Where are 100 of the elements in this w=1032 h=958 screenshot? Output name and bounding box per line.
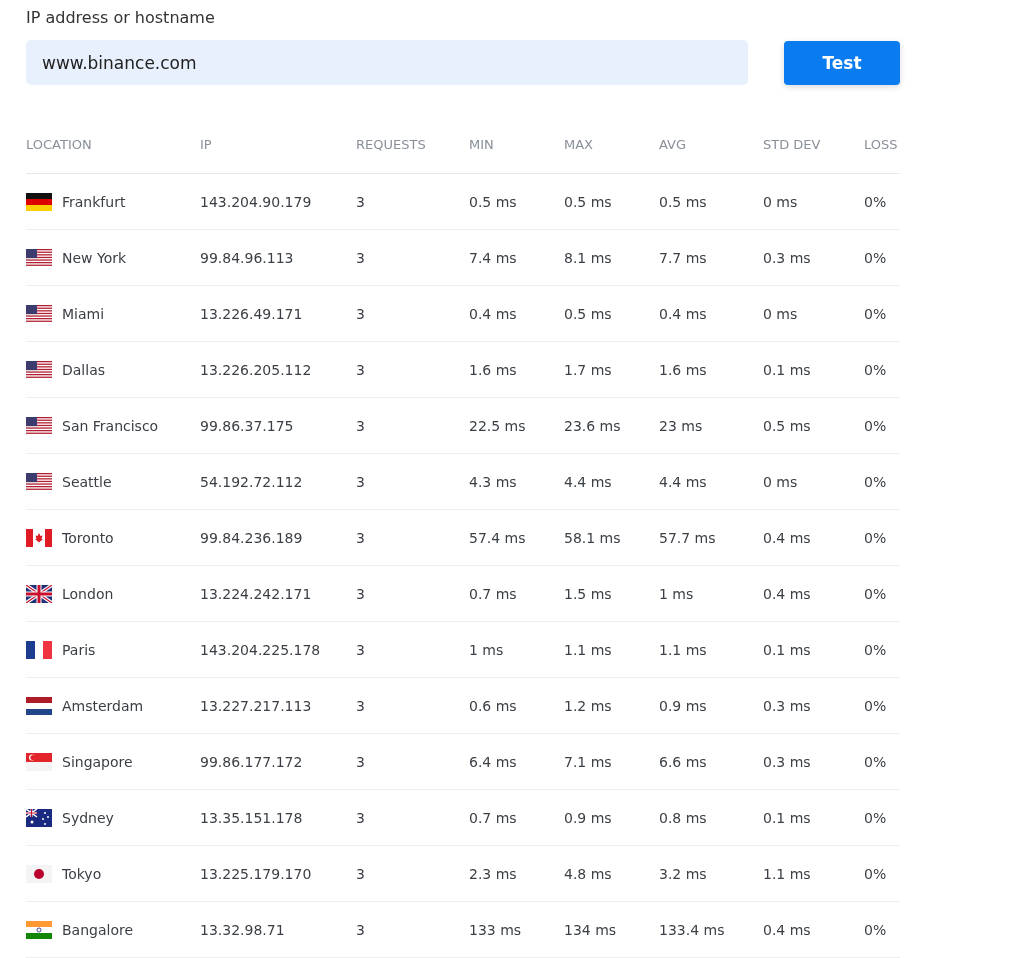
table-cell: 3 [356, 417, 365, 434]
location-cell: Amsterdam [62, 697, 144, 714]
flag-icon [26, 248, 52, 267]
table-cell: 1.6 ms [469, 361, 517, 378]
column-header: MIN [469, 136, 494, 152]
table-cell: 99.86.37.175 [200, 417, 294, 434]
table-cell: 0.3 ms [763, 249, 811, 266]
table-cell: 13.225.179.170 [200, 865, 312, 882]
table-cell: 0% [864, 585, 887, 602]
table-cell: 0.1 ms [763, 641, 811, 658]
table-cell: 143.204.90.179 [200, 193, 312, 210]
table-cell: 143.204.225.178 [200, 641, 321, 658]
location-cell: Paris [62, 641, 96, 658]
table-cell: 7.7 ms [659, 249, 707, 266]
table-cell: 133.4 ms [659, 921, 725, 938]
location-cell: San Francisco [62, 417, 159, 434]
test-button[interactable]: Test [784, 40, 900, 85]
table-cell: 3 [356, 921, 365, 938]
table-cell: 13.32.98.71 [200, 921, 285, 938]
location-cell: Toronto [62, 529, 114, 546]
table-cell: 0 ms [763, 193, 798, 210]
table-cell: 0% [864, 753, 887, 770]
table-cell: 0.4 ms [763, 921, 811, 938]
table-cell: 13.227.217.113 [200, 697, 312, 714]
table-cell: 0% [864, 417, 887, 434]
table-cell: 99.84.96.113 [200, 249, 294, 266]
flag-icon [26, 696, 52, 715]
table-cell: 1.5 ms [564, 585, 612, 602]
column-header: STD DEV [763, 136, 821, 152]
table-cell: 13.226.205.112 [200, 361, 312, 378]
location-cell: Frankfurt [62, 193, 126, 210]
table-cell: 99.86.177.172 [200, 753, 303, 770]
table-cell: 3.2 ms [659, 865, 707, 882]
table-cell: 7.1 ms [564, 753, 612, 770]
table-cell: 0% [864, 865, 887, 882]
table-cell: 1 ms [469, 641, 504, 658]
table-cell: 57.4 ms [469, 529, 526, 546]
table-cell: 1.1 ms [564, 641, 612, 658]
table-cell: 0% [864, 473, 887, 490]
table-cell: 3 [356, 193, 365, 210]
table-cell: 6.4 ms [469, 753, 517, 770]
table-cell: 0.4 ms [659, 305, 707, 322]
column-header: AVG [659, 136, 687, 152]
table-cell: 23.6 ms [564, 417, 621, 434]
table-cell: 0% [864, 697, 887, 714]
table-cell: 0% [864, 809, 887, 826]
location-cell: Dallas [62, 361, 105, 378]
table-cell: 0.9 ms [564, 809, 612, 826]
table-cell: 13.226.49.171 [200, 305, 303, 322]
table-cell: 134 ms [564, 921, 617, 938]
table-cell: 0% [864, 193, 887, 210]
location-cell: Singapore [62, 753, 133, 770]
hostname-input[interactable]: www.binance.com [26, 40, 749, 85]
flag-icon [26, 528, 52, 547]
location-cell: New York [62, 249, 127, 266]
table-cell: 3 [356, 809, 365, 826]
flag-icon [26, 920, 52, 939]
table-cell: 58.1 ms [564, 529, 621, 546]
table-cell: 6.6 ms [659, 753, 707, 770]
table-cell: 0.9 ms [659, 697, 707, 714]
flag-icon [26, 192, 52, 211]
table-cell: 4.3 ms [469, 473, 517, 490]
table-cell: 0% [864, 305, 887, 322]
table-cell: 3 [356, 753, 365, 770]
flag-icon [26, 416, 52, 435]
table-cell: 0.7 ms [469, 585, 517, 602]
flag-icon [26, 640, 52, 659]
table-cell: 8.1 ms [564, 249, 612, 266]
field-label: IP address or hostname [26, 8, 215, 28]
flag-icon [26, 360, 52, 379]
table-cell: 0.1 ms [763, 809, 811, 826]
table-cell: 0.1 ms [763, 361, 811, 378]
table-cell: 3 [356, 697, 365, 714]
table-cell: 0.5 ms [469, 193, 517, 210]
table-cell: 3 [356, 529, 365, 546]
table-cell: 3 [356, 361, 365, 378]
column-header: REQUESTS [356, 136, 426, 152]
flag-icon [26, 472, 52, 491]
table-cell: 0% [864, 529, 887, 546]
table-cell: 4.4 ms [659, 473, 707, 490]
table-cell: 1.1 ms [659, 641, 707, 658]
flag-icon [26, 864, 52, 883]
table-cell: 3 [356, 305, 365, 322]
location-cell: London [62, 585, 114, 602]
location-cell: Bangalore [62, 921, 134, 938]
table-cell: 0% [864, 249, 887, 266]
table-cell: 0 ms [763, 305, 798, 322]
column-header: LOCATION [26, 136, 92, 152]
table-cell: 0% [864, 361, 887, 378]
location-cell: Miami [62, 305, 105, 322]
table-cell: 4.8 ms [564, 865, 612, 882]
flag-icon [26, 304, 52, 323]
table-cell: 0.5 ms [564, 193, 612, 210]
table-cell: 2.3 ms [469, 865, 517, 882]
table-cell: 99.84.236.189 [200, 529, 303, 546]
table-cell: 0.5 ms [564, 305, 612, 322]
table-cell: 0.7 ms [469, 809, 517, 826]
table-cell: 0.3 ms [763, 697, 811, 714]
location-cell: Tokyo [62, 865, 102, 882]
column-header: IP [200, 136, 212, 152]
